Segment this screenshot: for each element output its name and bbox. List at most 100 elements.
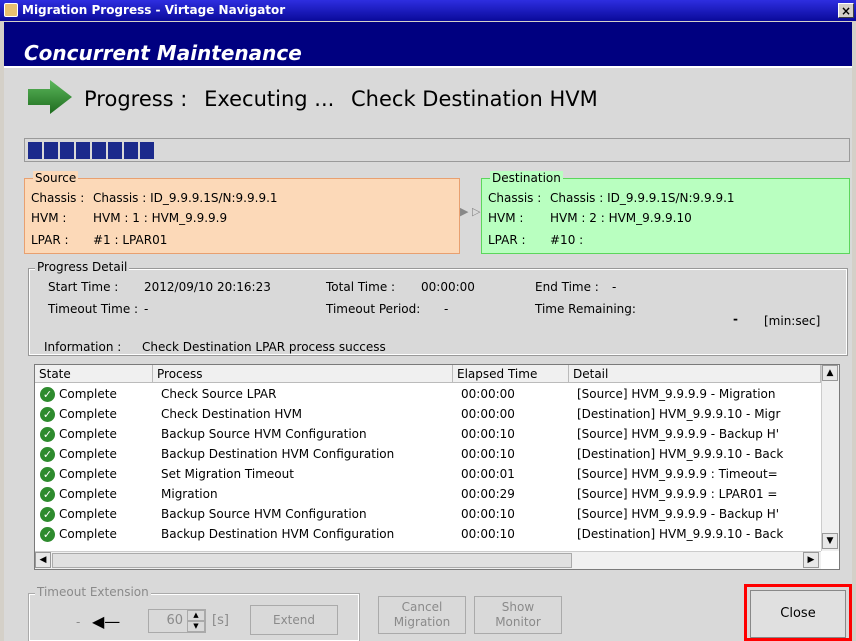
extend-button[interactable]: Extend [250, 605, 338, 635]
total-time-label: Total Time : [326, 280, 396, 294]
destination-lpar-label: LPAR : [488, 233, 526, 247]
app-icon [4, 3, 18, 17]
table-row[interactable]: ✓ Complete Backup Destination HVM Configur… [35, 445, 821, 464]
destination-hvm-label: HVM : [488, 211, 524, 225]
table-row[interactable]: ✓ Complete Set Migration Timeout 00:00:01 [S… [35, 465, 821, 484]
cell-state: Complete [59, 387, 117, 401]
complete-check-icon: ✓ [40, 407, 55, 422]
cell-detail: [Destination] HVM_9.9.9.10 - Back [577, 527, 784, 541]
window-title: Migration Progress - Virtage Navigator [22, 3, 286, 17]
scroll-left-icon[interactable]: ◀ [35, 552, 51, 568]
scroll-right-icon[interactable]: ▶ [803, 552, 819, 568]
process-table: State Process Elapsed Time Detail ✓ Compl… [34, 364, 840, 570]
close-button[interactable]: Close [750, 590, 846, 638]
table-row[interactable]: ✓ Complete Backup Source HVM Configuration… [35, 425, 821, 444]
destination-panel: Destination Chassis : Chassis : ID_9.9.9.… [481, 171, 850, 254]
transfer-arrows-icon: ▶ ▷ ▷ [460, 205, 493, 218]
table-row[interactable]: ✓ Complete Check Destination HVM 00:00:00 [D… [35, 405, 821, 424]
end-time-value: - [612, 280, 617, 294]
column-header-state[interactable]: State [35, 365, 153, 383]
timeout-extension-group: - ◀— 60 ▲ ▼ [s] Extend [28, 593, 360, 641]
complete-check-icon: ✓ [40, 447, 55, 462]
cell-process: Backup Destination HVM Configuration [161, 527, 395, 541]
horizontal-scrollbar[interactable]: ◀ ▶ [35, 551, 821, 569]
cell-elapsed: 00:00:29 [461, 487, 515, 501]
scroll-up-icon[interactable]: ▲ [822, 365, 838, 381]
cell-detail: [Source] HVM_9.9.9.9 : LPAR01 = [577, 487, 778, 501]
scroll-thumb[interactable] [52, 553, 572, 568]
header-title: Concurrent Maintenance [24, 41, 302, 65]
complete-check-icon: ✓ [40, 527, 55, 542]
cell-process: Set Migration Timeout [161, 467, 294, 481]
cell-elapsed: 00:00:00 [461, 387, 515, 401]
show-monitor-button[interactable]: Show Monitor [474, 596, 562, 634]
vertical-scrollbar[interactable]: ▲ ▼ [821, 365, 839, 551]
destination-legend: Destination [490, 171, 563, 185]
window-close-button[interactable]: × [838, 3, 854, 18]
cell-elapsed: 00:00:10 [461, 507, 515, 521]
table-row[interactable]: ✓ Complete Backup Source HVM Configuration… [35, 505, 821, 524]
timeout-period-value: - [444, 302, 449, 316]
cell-state: Complete [59, 487, 117, 501]
timeout-spinbox[interactable]: 60 ▲ ▼ [148, 609, 206, 633]
progress-segment [108, 142, 122, 159]
cell-elapsed: 00:00:00 [461, 407, 515, 421]
cancel-line2: Migration [393, 615, 451, 629]
timeout-time-value: - [144, 302, 149, 316]
timeout-value: 60 [166, 613, 183, 628]
cell-detail: [Source] HVM_9.9.9.9 : Timeout= [577, 467, 778, 481]
cell-process: Backup Source HVM Configuration [161, 507, 367, 521]
header-banner: Concurrent Maintenance [4, 22, 852, 68]
cell-process: Check Destination HVM [161, 407, 302, 421]
time-remaining-unit: [min:sec] [764, 314, 821, 328]
scroll-down-icon[interactable]: ▼ [822, 533, 838, 549]
source-hvm-label: HVM : [31, 211, 67, 225]
table-row[interactable]: ✓ Complete Migration 00:00:29 [Source] HVM_9… [35, 485, 821, 504]
start-time-label: Start Time : [48, 280, 119, 294]
left-arrow-icon: ◀— [92, 612, 121, 631]
progress-heading: Progress : Executing ... Check Destinati… [84, 87, 608, 111]
cell-elapsed: 00:00:01 [461, 467, 515, 481]
cell-detail: [Destination] HVM_9.9.9.10 - Back [577, 447, 784, 461]
cell-state: Complete [59, 507, 117, 521]
source-lpar-value: #1 : LPAR01 [93, 233, 168, 247]
progress-segment [140, 142, 154, 159]
complete-check-icon: ✓ [40, 427, 55, 442]
progress-segment [44, 142, 58, 159]
time-remaining-label: Time Remaining: [535, 302, 636, 316]
table-row[interactable]: ✓ Complete Check Source LPAR 00:00:00 [Sourc… [35, 385, 821, 404]
column-header-detail[interactable]: Detail [569, 365, 821, 383]
source-chassis-label: Chassis : [31, 191, 85, 205]
progress-segment [124, 142, 138, 159]
information-label: Information : [44, 340, 122, 354]
cell-detail: [Source] HVM_9.9.9.9 - Backup H' [577, 507, 780, 521]
cell-detail: [Source] HVM_9.9.9.9 - Backup H' [577, 427, 780, 441]
cancel-migration-button[interactable]: Cancel Migration [378, 596, 466, 634]
source-legend: Source [33, 171, 79, 185]
column-header-process[interactable]: Process [153, 365, 453, 383]
destination-chassis-label: Chassis : [488, 191, 542, 205]
cell-process: Backup Destination HVM Configuration [161, 447, 395, 461]
start-time-value: 2012/09/10 20:16:23 [144, 280, 271, 294]
column-header-elapsed[interactable]: Elapsed Time [453, 365, 569, 383]
table-row[interactable]: ✓ Complete Backup Destination HVM Configur… [35, 525, 821, 544]
progress-segment [92, 142, 106, 159]
end-time-label: End Time : [535, 280, 599, 294]
cell-detail: [Source] HVM_9.9.9.9 - Migration [577, 387, 776, 401]
timeout-unit: [s] [212, 613, 229, 628]
cell-state: Complete [59, 407, 117, 421]
cell-state: Complete [59, 427, 117, 441]
timeout-extension-legend: Timeout Extension [35, 585, 151, 599]
arrow-right-icon [28, 80, 72, 114]
cell-state: Complete [59, 447, 117, 461]
cell-state: Complete [59, 527, 117, 541]
complete-check-icon: ✓ [40, 487, 55, 502]
cancel-line1: Cancel [401, 600, 443, 614]
destination-hvm-value: HVM : 2 : HVM_9.9.9.10 [550, 211, 692, 225]
progress-status: Executing ... [204, 87, 335, 111]
cell-elapsed: 00:00:10 [461, 527, 515, 541]
progress-segment [76, 142, 90, 159]
spin-up-icon[interactable]: ▲ [187, 610, 205, 621]
progress-label: Progress : [84, 87, 188, 111]
spin-down-icon[interactable]: ▼ [187, 621, 205, 632]
